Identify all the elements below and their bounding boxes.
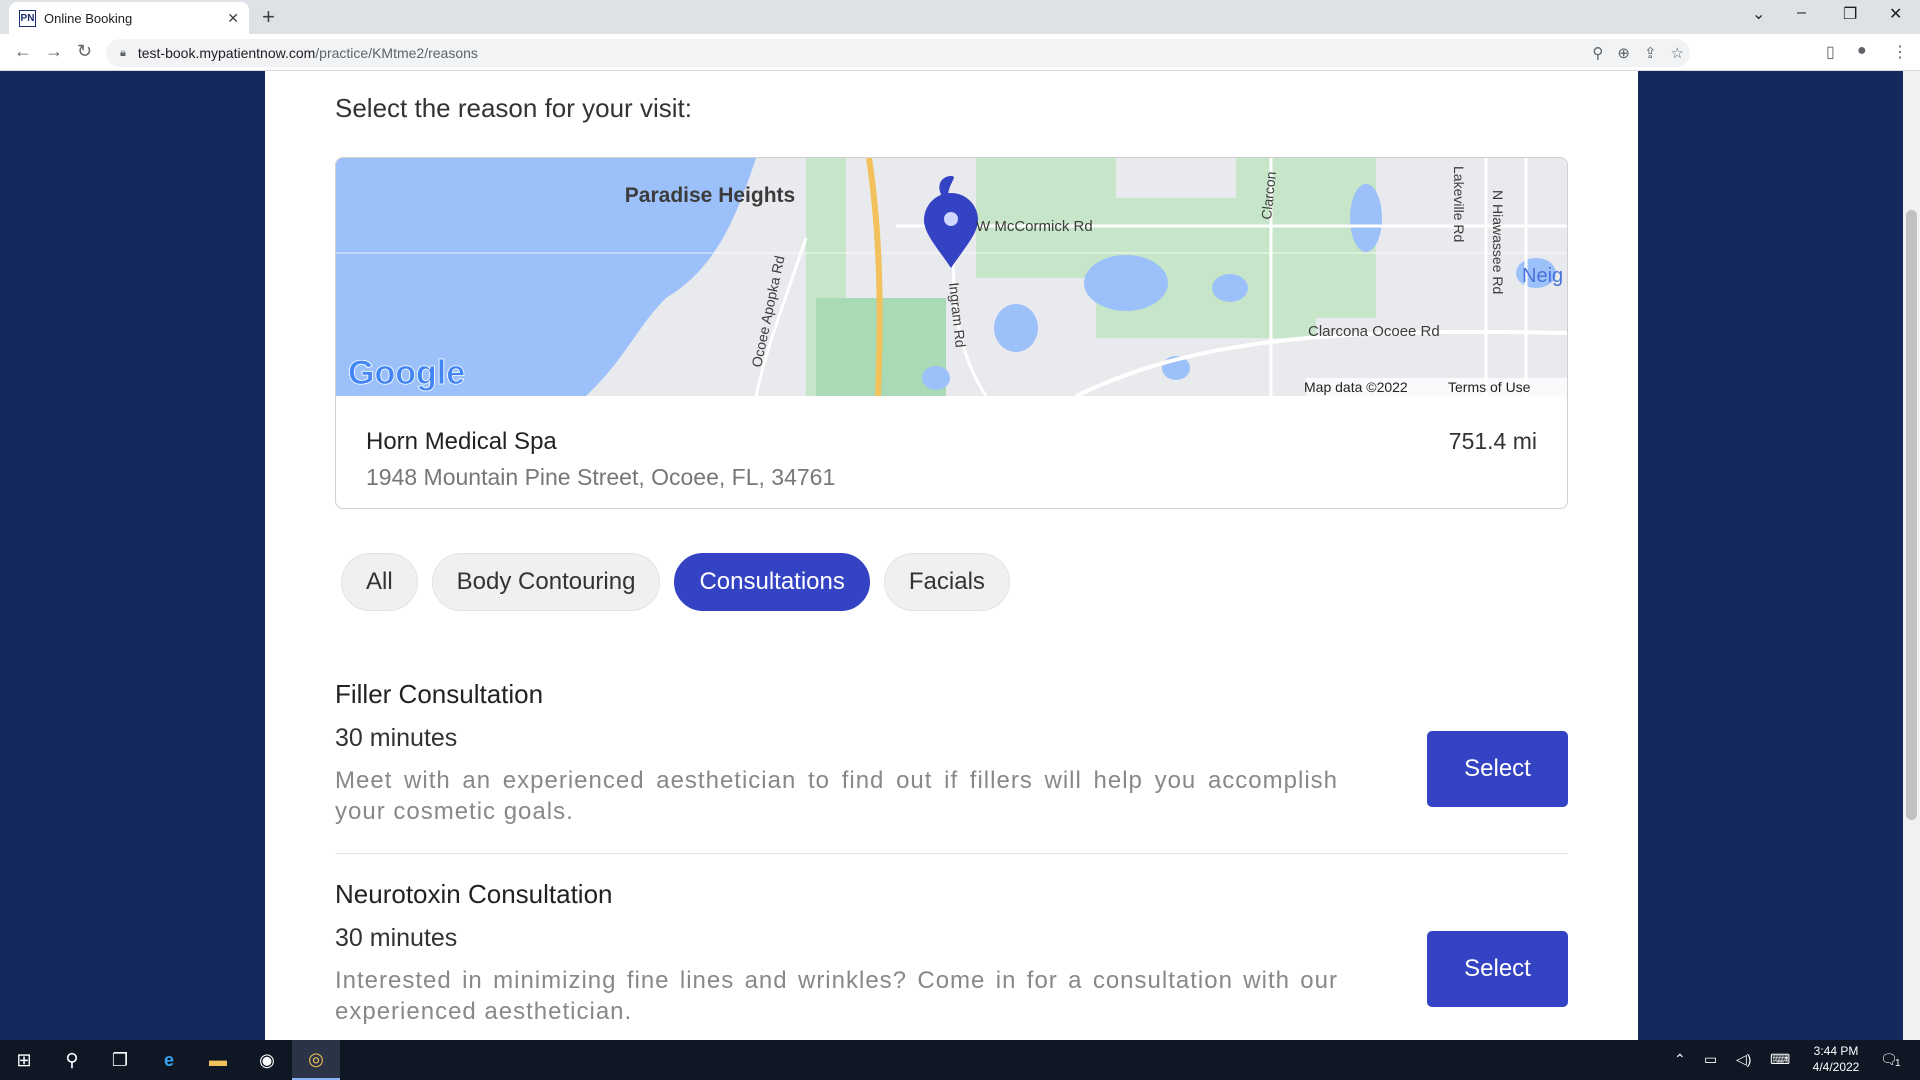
filter-chip-body-contouring[interactable]: Body Contouring	[431, 553, 661, 611]
share-icon[interactable]: ⇪	[1644, 44, 1657, 62]
window-close-icon[interactable]: ✕	[1889, 4, 1902, 24]
location-distance: 751.4 mi	[1448, 428, 1537, 454]
url-path: /practice/KMtme2/reasons	[315, 45, 478, 61]
patientnow-favicon-icon: PN	[19, 9, 36, 27]
page-title: Select the reason for your visit:	[335, 93, 692, 123]
reload-icon[interactable]: ↻	[77, 41, 92, 62]
keyboard-icon[interactable]: ⌨	[1770, 1051, 1790, 1068]
browser-toolbar: ← → ↻ 🔒︎ test-book.mypatientnow.com/prac…	[0, 34, 1920, 71]
filter-chip-consultations[interactable]: Consultations	[674, 553, 870, 611]
select-button[interactable]: Select	[1427, 731, 1568, 807]
reason-description: Meet with an experienced aesthetician to…	[335, 767, 1338, 825]
reason-duration: 30 minutes	[335, 724, 458, 752]
map-label: W McCormick Rd	[976, 218, 1093, 235]
zoom-icon[interactable]: ⊕	[1617, 44, 1630, 62]
bookmark-star-icon[interactable]: ☆	[1671, 44, 1684, 62]
network-icon[interactable]: ▭	[1704, 1051, 1717, 1068]
reason-title: Neurotoxin Consultation	[335, 879, 613, 909]
filter-chip-all[interactable]: All	[341, 553, 418, 611]
browser-tab-bar: PN Online Booking ✕ + ⌄ – ❐ ✕	[0, 0, 1920, 34]
map-label: Clarcona Ocoee Rd	[1308, 323, 1440, 340]
location-name: Horn Medical Spa	[366, 428, 557, 455]
map-label: Neig	[1522, 265, 1563, 287]
new-tab-icon[interactable]: +	[262, 4, 275, 30]
profile-icon[interactable]: ●	[1857, 42, 1867, 60]
reason-duration: 30 minutes	[335, 924, 458, 952]
reason-description: Interested in minimizing fine lines and …	[335, 967, 1338, 1025]
restore-icon[interactable]: ❐	[1843, 4, 1857, 24]
scrollbar-thumb[interactable]	[1906, 210, 1917, 820]
windows-start-icon[interactable]: ⊞	[0, 1040, 48, 1080]
patientnow-app-icon[interactable]: ◉	[243, 1040, 291, 1080]
map-data-attribution: Map data ©2022	[1304, 379, 1408, 395]
clock-time: 3:44 PM	[1813, 1044, 1859, 1058]
location-card: Paradise Heights W McCormick Rd Ocoee Ap…	[335, 157, 1568, 509]
task-view-icon[interactable]: ❐	[96, 1040, 144, 1080]
divider	[335, 853, 1568, 854]
windows-taskbar: ⊞ ⚲ ❐ e ▬ ◉ ◎ ⌃ ▭ ◁) ⌨ 3:44 PM 4/4/2022 …	[0, 1040, 1920, 1080]
taskbar-clock[interactable]: 3:44 PM 4/4/2022	[1796, 1043, 1876, 1075]
google-logo: Google	[348, 354, 465, 392]
map-label: N Hiawassee Rd	[1490, 190, 1506, 294]
clock-date: 4/4/2022	[1812, 1060, 1860, 1074]
internet-explorer-icon[interactable]: e	[145, 1040, 193, 1080]
map-label: Lakeville Rd	[1451, 166, 1467, 242]
reason-title: Filler Consultation	[335, 679, 544, 709]
browser-tab[interactable]: PN Online Booking ✕	[9, 2, 249, 34]
map-terms-link: Terms of Use	[1448, 379, 1531, 395]
reason-item: Neurotoxin Consultation 30 minutes Inter…	[335, 879, 1568, 1027]
close-icon[interactable]: ✕	[227, 10, 239, 27]
booking-page: Select the reason for your visit: Paradi…	[265, 71, 1638, 1040]
chevron-down-icon[interactable]: ⌄	[1752, 4, 1765, 24]
filter-chip-facials[interactable]: Facials	[883, 553, 1010, 611]
volume-icon[interactable]: ◁)	[1736, 1051, 1751, 1068]
forward-icon[interactable]: →	[45, 41, 63, 62]
url-domain: test-book.mypatientnow.com	[137, 45, 316, 61]
chevron-up-icon[interactable]: ⌃	[1674, 1051, 1686, 1068]
address-bar[interactable]: 🔒︎ test-book.mypatientnow.com/practice/K…	[106, 39, 1690, 67]
side-panel-icon[interactable]: ▯	[1826, 42, 1835, 62]
menu-icon[interactable]: ⋮	[1892, 42, 1908, 62]
category-filters: All Body Contouring Consultations Facial…	[341, 553, 1010, 611]
tab-title: Online Booking	[44, 10, 133, 26]
minimize-icon[interactable]: –	[1797, 4, 1806, 22]
lock-icon: 🔒︎	[120, 46, 126, 59]
chrome-icon[interactable]: ◎	[292, 1040, 340, 1080]
file-explorer-icon[interactable]: ▬	[194, 1040, 242, 1080]
location-map[interactable]: Paradise Heights W McCormick Rd Ocoee Ap…	[336, 158, 1568, 396]
notification-count: 1	[1895, 1058, 1901, 1069]
location-icon[interactable]: ⚲	[1592, 44, 1603, 62]
map-label: Paradise Heights	[625, 184, 795, 207]
select-button[interactable]: Select	[1427, 931, 1568, 1007]
back-icon[interactable]: ←	[14, 41, 32, 62]
location-address: 1948 Mountain Pine Street, Ocoee, FL, 34…	[366, 464, 836, 490]
reason-item: Filler Consultation 30 minutes Meet with…	[335, 679, 1568, 827]
search-icon[interactable]: ⚲	[48, 1040, 96, 1080]
